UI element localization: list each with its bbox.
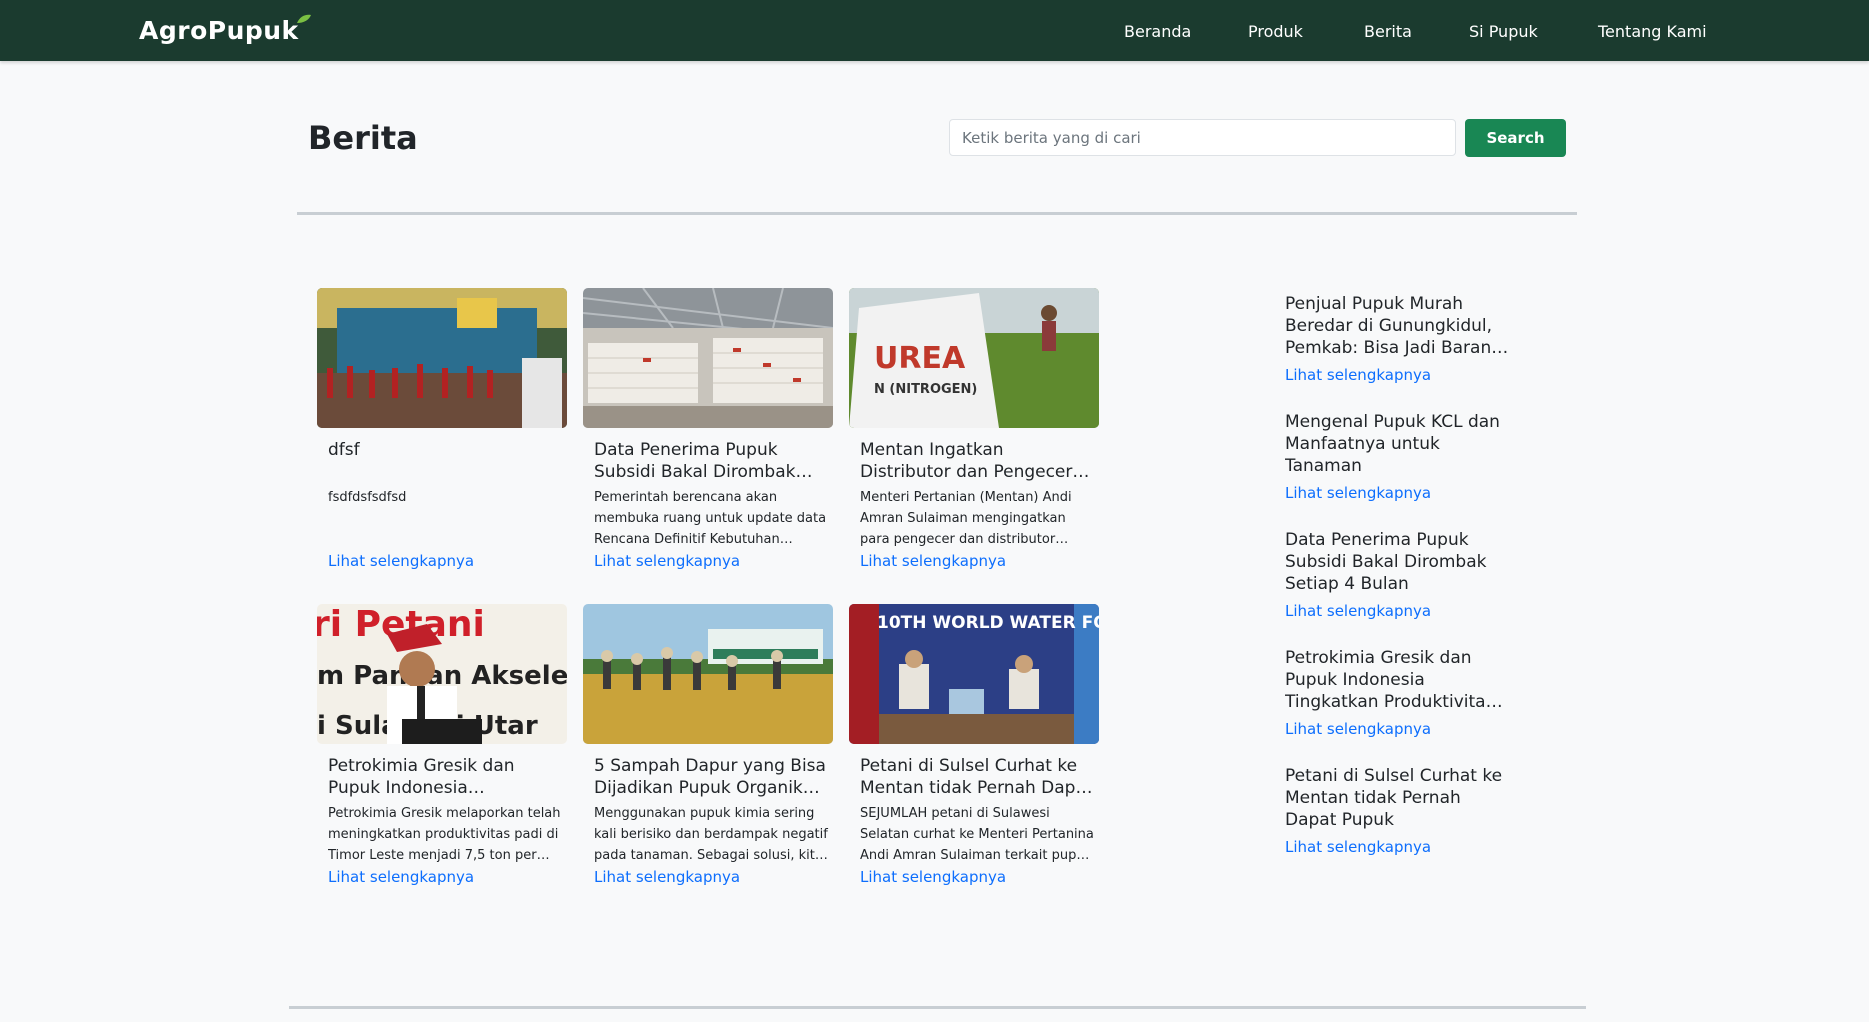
news-card: UREA N (NITROGEN) Mentan Ingatkan Distri… bbox=[849, 288, 1099, 571]
brand-name: AgroPupuk bbox=[139, 16, 299, 45]
sidebar-news-title: Penjual Pupuk Murah Beredar di Gunungkid… bbox=[1285, 294, 1503, 358]
search-input[interactable] bbox=[949, 119, 1456, 156]
read-more-link[interactable]: Lihat selengkapnya bbox=[860, 867, 1006, 887]
minister-speech-banner-photo[interactable]: ri Petani m Pangan Akseler i Sulawesi Ut… bbox=[317, 604, 567, 744]
svg-text:10TH WORLD WATER FORUM: 10TH WORLD WATER FORUM bbox=[877, 613, 1099, 633]
sidebar-read-more-link[interactable]: Lihat selengkapnya bbox=[1285, 483, 1510, 503]
sidebar-news-item: Mengenal Pupuk KCL dan Manfaatnya untuk … bbox=[1285, 411, 1510, 503]
stage-performance-photo[interactable] bbox=[317, 288, 567, 428]
page-title: Berita bbox=[308, 119, 418, 157]
header-divider bbox=[297, 212, 1577, 215]
card-title: Petrokimia Gresik dan Pupuk Indonesia Ti… bbox=[328, 756, 515, 798]
world-water-forum-panel-photo[interactable]: 10TH WORLD WATER FORUM bbox=[849, 604, 1099, 744]
card-title: Mentan Ingatkan Distributor dan Pengecer… bbox=[860, 440, 1073, 482]
urea-sack-rice-field-photo[interactable]: UREA N (NITROGEN) bbox=[849, 288, 1099, 428]
sidebar-read-more-link[interactable]: Lihat selengkapnya bbox=[1285, 719, 1510, 739]
news-card: ri Petani m Pangan Akseler i Sulawesi Ut… bbox=[317, 604, 567, 887]
sidebar-news-item: Data Penerima Pupuk Subsidi Bakal Diromb… bbox=[1285, 529, 1510, 621]
leaf-icon bbox=[296, 14, 311, 23]
footer-divider bbox=[289, 1006, 1586, 1009]
news-card: dfsf fsdfdsfsdfsd Lihat selengkapnya bbox=[317, 288, 567, 571]
nav-produk[interactable]: Produk bbox=[1248, 20, 1303, 44]
warehouse-fertilizer-sacks-photo[interactable] bbox=[583, 288, 833, 428]
rice-harvest-field-photo[interactable] bbox=[583, 604, 833, 744]
card-title: dfsf bbox=[328, 440, 360, 460]
card-text: Petrokimia Gresik melaporkan telah menin… bbox=[328, 806, 561, 863]
card-title: 5 Sampah Dapur yang Bisa Dijadikan Pupuk… bbox=[594, 756, 826, 798]
nav-si-pupuk[interactable]: Si Pupuk bbox=[1469, 20, 1538, 44]
card-text: Menteri Pertanian (Mentan) Andi Amran Su… bbox=[860, 490, 1072, 547]
read-more-link[interactable]: Lihat selengkapnya bbox=[328, 551, 474, 571]
read-more-link[interactable]: Lihat selengkapnya bbox=[860, 551, 1006, 571]
news-card: 10TH WORLD WATER FORUM Petani di Sulsel … bbox=[849, 604, 1099, 887]
top-navbar: AgroPupuk Beranda Produk Berita Si Pupuk… bbox=[0, 0, 1869, 61]
search-button[interactable]: Search bbox=[1465, 119, 1566, 157]
card-text: Menggunakan pupuk kimia sering kali beri… bbox=[594, 806, 828, 863]
sidebar-news-item: Penjual Pupuk Murah Beredar di Gunungkid… bbox=[1285, 293, 1510, 385]
card-text: Pemerintah berencana akan membuka ruang … bbox=[594, 490, 827, 547]
sidebar-news-item: Petrokimia Gresik dan Pupuk Indonesia Ti… bbox=[1285, 647, 1510, 739]
card-text: SEJUMLAH petani di Sulawesi Selatan curh… bbox=[860, 806, 1094, 863]
card-title: Petani di Sulsel Curhat ke Mentan tidak … bbox=[860, 756, 1093, 798]
sidebar-read-more-link[interactable]: Lihat selengkapnya bbox=[1285, 601, 1510, 621]
nav-beranda[interactable]: Beranda bbox=[1124, 20, 1191, 44]
nav-berita[interactable]: Berita bbox=[1364, 20, 1412, 44]
news-card: Data Penerima Pupuk Subsidi Bakal Diromb… bbox=[583, 288, 833, 571]
sidebar-read-more-link[interactable]: Lihat selengkapnya bbox=[1285, 837, 1510, 857]
sidebar-news-title: Data Penerima Pupuk Subsidi Bakal Diromb… bbox=[1285, 530, 1487, 594]
sidebar-news-item: Petani di Sulsel Curhat ke Mentan tidak … bbox=[1285, 765, 1510, 857]
brand-logo[interactable]: AgroPupuk bbox=[139, 14, 311, 46]
sidebar-news-title: Petrokimia Gresik dan Pupuk Indonesia Ti… bbox=[1285, 648, 1495, 712]
sidebar-news-title: Petani di Sulsel Curhat ke Mentan tidak … bbox=[1285, 766, 1503, 830]
svg-text:N (NITROGEN): N (NITROGEN) bbox=[874, 382, 977, 397]
card-title: Data Penerima Pupuk Subsidi Bakal Diromb… bbox=[594, 440, 796, 482]
read-more-link[interactable]: Lihat selengkapnya bbox=[594, 551, 740, 571]
svg-text:UREA: UREA bbox=[874, 341, 966, 376]
nav-tentang-kami[interactable]: Tentang Kami bbox=[1598, 20, 1707, 44]
news-card: 5 Sampah Dapur yang Bisa Dijadikan Pupuk… bbox=[583, 604, 833, 887]
read-more-link[interactable]: Lihat selengkapnya bbox=[594, 867, 740, 887]
sidebar-read-more-link[interactable]: Lihat selengkapnya bbox=[1285, 365, 1510, 385]
card-text: fsdfdsfsdfsd bbox=[328, 490, 407, 505]
sidebar-news-title: Mengenal Pupuk KCL dan Manfaatnya untuk … bbox=[1285, 412, 1500, 476]
read-more-link[interactable]: Lihat selengkapnya bbox=[328, 867, 474, 887]
